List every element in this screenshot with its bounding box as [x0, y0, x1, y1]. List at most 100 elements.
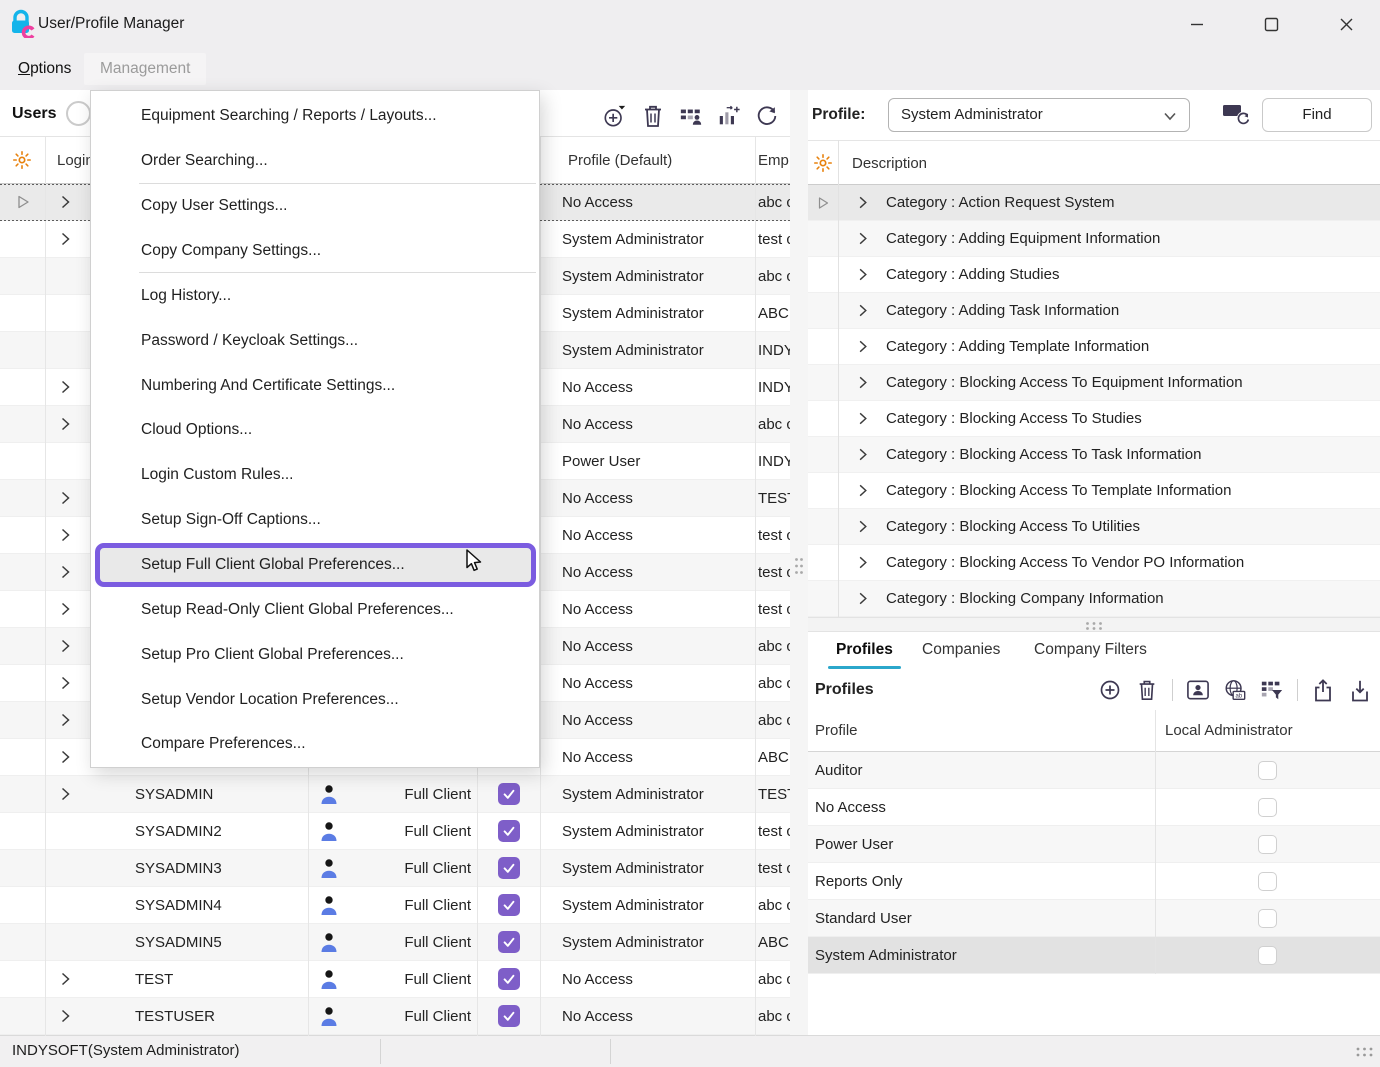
expand-chevron-icon[interactable] [56, 415, 74, 433]
splitter-grip-icon[interactable] [793, 556, 805, 576]
table-row[interactable]: SYSADMIN5 Full Client System Administrat… [0, 924, 790, 961]
table-row[interactable]: SYSADMIN3 Full Client System Administrat… [0, 850, 790, 887]
expand-chevron-icon[interactable] [854, 230, 871, 247]
columns-add-icon[interactable] [717, 102, 741, 130]
table-row[interactable]: SYSADMIN4 Full Client System Administrat… [0, 887, 790, 924]
category-row[interactable]: Category : Blocking Access To Template I… [808, 473, 1380, 509]
category-row[interactable]: Category : Adding Task Information [808, 293, 1380, 329]
close-button[interactable] [1325, 6, 1367, 42]
menu-item[interactable]: Log History... [91, 273, 539, 318]
menu-item[interactable]: Compare Preferences... [91, 722, 539, 767]
table-row[interactable]: TESTUSER Full Client No Access abc c [0, 998, 790, 1035]
category-row[interactable]: Category : Blocking Access To Equipment … [808, 365, 1380, 401]
expand-chevron-icon[interactable] [56, 526, 74, 544]
column-header-description[interactable]: Description [852, 141, 927, 186]
menu-management[interactable]: Management [84, 53, 206, 85]
table-row[interactable]: SYSADMIN2 Full Client System Administrat… [0, 813, 790, 850]
expand-chevron-icon[interactable] [854, 518, 871, 535]
expand-chevron-icon[interactable] [56, 674, 74, 692]
category-row[interactable]: Category : Action Request System [808, 185, 1380, 221]
category-row[interactable]: Category : Blocking Access To Vendor PO … [808, 545, 1380, 581]
expand-chevron-icon[interactable] [854, 302, 871, 319]
category-row[interactable]: Category : Blocking Company Information [808, 581, 1380, 617]
category-row[interactable]: Category : Blocking Access To Task Infor… [808, 437, 1380, 473]
profile-row[interactable]: No Access [808, 789, 1380, 826]
expand-chevron-icon[interactable] [56, 230, 74, 248]
column-header-employee[interactable]: Emp [758, 137, 790, 184]
expand-chevron-icon[interactable] [854, 446, 871, 463]
tab-companies[interactable]: Companies [922, 632, 1000, 667]
category-row[interactable]: Category : Blocking Access To Utilities [808, 509, 1380, 545]
menu-item[interactable]: Order Searching... [91, 139, 539, 184]
category-row[interactable]: Category : Adding Equipment Information [808, 221, 1380, 257]
enabled-checkbox[interactable] [498, 783, 520, 805]
grid-filter-icon[interactable] [1260, 676, 1284, 704]
menu-item[interactable]: Password / Keycloak Settings... [91, 318, 539, 363]
expand-chevron-icon[interactable] [854, 374, 871, 391]
menu-item[interactable]: Cloud Options... [91, 408, 539, 453]
tab-company-filters[interactable]: Company Filters [1034, 632, 1147, 667]
expand-chevron-icon[interactable] [854, 266, 871, 283]
expand-chevron-icon[interactable] [56, 378, 74, 396]
expand-chevron-icon[interactable] [56, 748, 74, 766]
find-button[interactable]: Find [1262, 98, 1372, 132]
resize-grip-icon[interactable] [1354, 1045, 1374, 1059]
menu-item[interactable]: Copy Company Settings... [91, 229, 539, 274]
menu-item[interactable]: Copy User Settings... [91, 184, 539, 229]
local-admin-checkbox[interactable] [1258, 798, 1277, 817]
enabled-checkbox[interactable] [498, 894, 520, 916]
profile-row[interactable]: Reports Only [808, 863, 1380, 900]
profile-row[interactable]: Power User [808, 826, 1380, 863]
menu-item[interactable]: Login Custom Rules... [91, 453, 539, 498]
vertical-splitter[interactable] [790, 90, 808, 1036]
minimize-button[interactable] [1176, 6, 1218, 42]
table-row[interactable]: TEST Full Client No Access abc c [0, 961, 790, 998]
user-grid-icon[interactable] [679, 102, 703, 130]
delete-profile-icon[interactable] [1135, 676, 1159, 704]
column-header-login[interactable]: Login [57, 137, 94, 184]
splitter-grip-icon[interactable] [1084, 620, 1104, 632]
profile-sync-icon[interactable] [1222, 101, 1252, 127]
local-admin-checkbox[interactable] [1258, 872, 1277, 891]
expand-chevron-icon[interactable] [56, 637, 74, 655]
import-icon[interactable] [1348, 676, 1372, 704]
expand-chevron-icon[interactable] [854, 410, 871, 427]
expand-chevron-icon[interactable] [56, 600, 74, 618]
export-icon[interactable] [1311, 676, 1335, 704]
category-row[interactable]: Category : Adding Template Information [808, 329, 1380, 365]
add-profile-icon[interactable] [1098, 676, 1122, 704]
menu-item[interactable]: Setup Read-Only Client Global Preference… [91, 587, 539, 632]
menu-item[interactable]: Setup Pro Client Global Preferences... [91, 632, 539, 677]
category-row[interactable]: Category : Blocking Access To Studies [808, 401, 1380, 437]
local-admin-checkbox[interactable] [1258, 946, 1277, 965]
users-filter-toggle[interactable] [66, 101, 91, 126]
expand-chevron-icon[interactable] [854, 194, 871, 211]
delete-user-icon[interactable] [641, 102, 665, 130]
local-admin-checkbox[interactable] [1258, 835, 1277, 854]
table-row[interactable]: SYSADMIN Full Client System Administrato… [0, 776, 790, 813]
tab-profiles[interactable]: Profiles [836, 632, 893, 667]
column-header-profile-default[interactable]: Profile (Default) [568, 137, 672, 184]
local-admin-checkbox[interactable] [1258, 909, 1277, 928]
profile-row[interactable]: Standard User [808, 900, 1380, 937]
menu-item[interactable]: Setup Sign-Off Captions... [91, 498, 539, 543]
enabled-checkbox[interactable] [498, 1005, 520, 1027]
expand-chevron-icon[interactable] [854, 590, 871, 607]
expand-chevron-icon[interactable] [56, 1007, 74, 1025]
profile-row[interactable]: Auditor [808, 752, 1380, 789]
enabled-checkbox[interactable] [498, 968, 520, 990]
expand-chevron-icon[interactable] [56, 563, 74, 581]
menu-item[interactable]: Equipment Searching / Reports / Layouts.… [91, 94, 539, 139]
profile-card-icon[interactable] [1186, 676, 1210, 704]
profile-select[interactable]: System Administrator [888, 98, 1190, 132]
expand-chevron-icon[interactable] [56, 970, 74, 988]
column-header-profile[interactable]: Profile [815, 710, 858, 752]
refresh-icon[interactable] [755, 102, 779, 130]
enabled-checkbox[interactable] [498, 820, 520, 842]
expand-chevron-icon[interactable] [854, 338, 871, 355]
expand-chevron-icon[interactable] [56, 489, 74, 507]
local-admin-checkbox[interactable] [1258, 761, 1277, 780]
add-user-icon[interactable] [603, 102, 627, 130]
profile-row[interactable]: System Administrator [808, 937, 1380, 974]
expand-chevron-icon[interactable] [56, 785, 74, 803]
